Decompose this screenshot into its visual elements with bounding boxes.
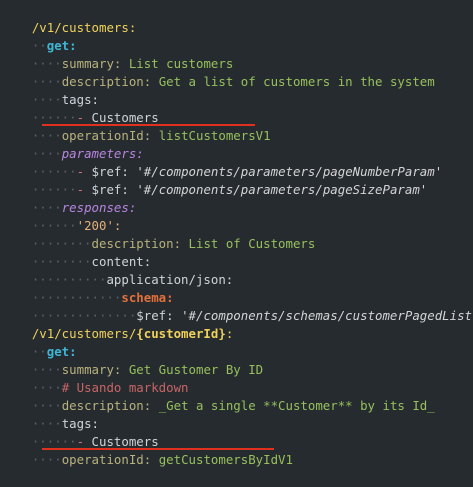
yaml-key: operationId: (61, 452, 152, 467)
yaml-value: List of Customers (188, 236, 316, 251)
yaml-value: listCustomersV1 (158, 128, 271, 143)
annotation-underline (42, 124, 255, 126)
path-colon: : (225, 326, 234, 341)
code-line: ··············$ref: '#/components/schema… (2, 289, 473, 323)
code-line: ····# Usando markdown (31, 380, 189, 395)
code-line: ····description: Get a list of customers… (31, 74, 435, 89)
code-line: ····summary: List customers (31, 56, 234, 71)
code-line: ······'200': (31, 218, 122, 233)
code-line: ····summary: Get Gustomer By ID (31, 362, 264, 377)
code-line: ··get: (31, 344, 77, 359)
yaml-value: '#/components/parameters/pageSizeParam' (136, 182, 428, 197)
code-line: ······- $ref: '#/components/parameters/p… (31, 182, 428, 197)
code-line: ········description: List of Customers (31, 236, 316, 251)
code-line: ········content: (31, 254, 152, 269)
annotation-underline (42, 448, 274, 450)
path-param: {customerId} (136, 326, 226, 341)
code-line: ············schema: (31, 290, 174, 305)
code-line: ······- Customers (31, 110, 159, 125)
code-line: ····parameters: (31, 146, 144, 161)
code-line: ····description: _Get a single **Custome… (31, 398, 435, 413)
code-line: ····tags: (31, 416, 99, 431)
yaml-value: _Get a single **Customer** by its Id_ (158, 398, 435, 413)
code-line: ··get: (31, 38, 77, 53)
yaml-value: Get a list of customers in the system (158, 74, 435, 89)
yaml-editor[interactable]: /v1/customers: ··get: ····summary: List … (0, 0, 473, 467)
code-line: /v1/customers: (2, 1, 136, 35)
yaml-value: getCustomersByIdV1 (158, 452, 293, 467)
code-line: ··········application/json: (31, 272, 234, 287)
code-line: ····tags: (31, 92, 99, 107)
code-line: ····responses: (31, 200, 137, 215)
code-line: ······- Customers (31, 434, 159, 449)
code-line: /v1/customers/{customerId}: (2, 307, 233, 341)
code-line: ······- $ref: '#/components/parameters/p… (31, 164, 443, 179)
